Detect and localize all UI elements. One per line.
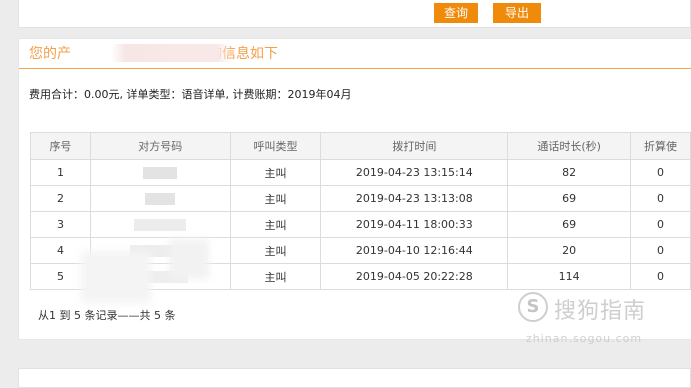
- cell-converted: 0: [630, 263, 691, 290]
- cell-duration: 82: [507, 159, 632, 186]
- search-panel: 查询 导出: [18, 0, 691, 28]
- column-header-duration[interactable]: 通话时长(秒): [507, 132, 632, 160]
- cell-duration: 20: [507, 237, 632, 264]
- redacted-number: [130, 245, 191, 257]
- cell-converted: 0: [630, 185, 691, 212]
- table-row: 5 主叫 2019-04-05 20:22:28 114 0: [30, 263, 691, 290]
- table-header-row: 序号 对方号码 呼叫类型 拨打时间 通话时长(秒) 折算使: [30, 132, 691, 160]
- cell-call-type: 主叫: [229, 237, 322, 264]
- column-header-call-type[interactable]: 呼叫类型: [229, 132, 322, 160]
- cell-call-time: 2019-04-05 20:22:28: [320, 263, 509, 290]
- cell-call-time: 2019-04-11 18:00:33: [320, 211, 509, 238]
- call-detail-table: 序号 对方号码 呼叫类型 拨打时间 通话时长(秒) 折算使 1 主叫 2019-…: [30, 132, 691, 290]
- bottom-panel: [18, 368, 691, 388]
- table-row: 4 主叫 2019-04-10 12:16:44 20 0: [30, 237, 691, 264]
- cell-call-time: 2019-04-23 13:13:08: [320, 185, 509, 212]
- title-divider: [19, 68, 691, 69]
- result-panel: 您的产 询信息如下 费用合计：0.00元, 详单类型：语音详单, 计费账期：201…: [18, 38, 691, 340]
- query-button[interactable]: 查询: [434, 3, 478, 23]
- column-header-call-time[interactable]: 拨打时间: [320, 132, 509, 160]
- cell-index: 3: [30, 211, 91, 238]
- table-row: 1 主叫 2019-04-23 13:15:14 82 0: [30, 159, 691, 186]
- cell-duration: 114: [507, 263, 632, 290]
- redacted-number: [134, 219, 187, 231]
- export-button[interactable]: 导出: [493, 3, 541, 23]
- column-header-number[interactable]: 对方号码: [89, 132, 231, 160]
- cell-number-redacted: [89, 211, 231, 238]
- billing-summary: 费用合计：0.00元, 详单类型：语音详单, 计费账期：2019年04月: [29, 88, 352, 101]
- cell-call-type: 主叫: [229, 211, 322, 238]
- cell-index: 2: [30, 185, 91, 212]
- cell-duration: 69: [507, 185, 632, 212]
- cell-converted: 0: [630, 237, 691, 264]
- column-header-index[interactable]: 序号: [30, 132, 91, 160]
- column-header-converted[interactable]: 折算使: [630, 132, 691, 160]
- cell-number-redacted: [89, 263, 231, 290]
- cell-call-type: 主叫: [229, 185, 322, 212]
- table-row: 3 主叫 2019-04-11 18:00:33 69 0: [30, 211, 691, 238]
- redacted-number: [132, 271, 189, 283]
- table-row: 2 主叫 2019-04-23 13:13:08 69 0: [30, 185, 691, 212]
- cell-call-type: 主叫: [229, 263, 322, 290]
- cell-call-type: 主叫: [229, 159, 322, 186]
- cell-call-time: 2019-04-10 12:16:44: [320, 237, 509, 264]
- redacted-number: [143, 167, 178, 179]
- redacted-phone-mask: [111, 44, 231, 62]
- cell-index: 4: [30, 237, 91, 264]
- cell-converted: 0: [630, 159, 691, 186]
- cell-call-time: 2019-04-23 13:15:14: [320, 159, 509, 186]
- cell-number-redacted: [89, 185, 231, 212]
- record-count: 从1 到 5 条记录——共 5 条: [38, 309, 176, 322]
- cell-index: 1: [30, 159, 91, 186]
- cell-index: 5: [30, 263, 91, 290]
- cell-duration: 69: [507, 211, 632, 238]
- redacted-number: [145, 193, 176, 205]
- cell-number-redacted: [89, 237, 231, 264]
- result-title-prefix: 您的产: [29, 46, 71, 62]
- cell-converted: 0: [630, 211, 691, 238]
- cell-number-redacted: [89, 159, 231, 186]
